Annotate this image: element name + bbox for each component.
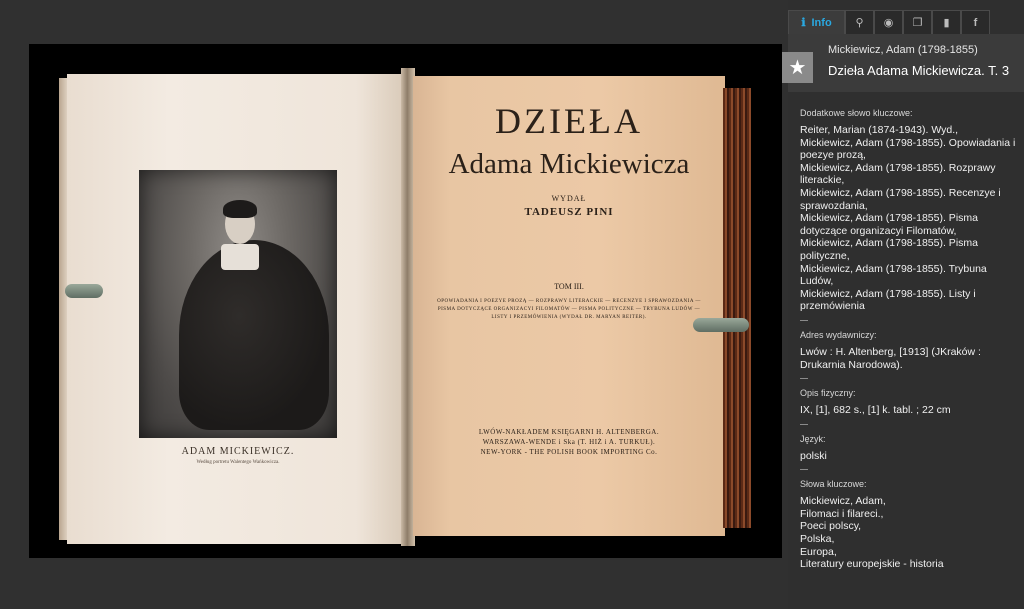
portrait-hair — [223, 200, 257, 218]
imprint-line: WARSZAWA-WENDE i Ska (T. HIŻ i A. TURKUŁ… — [482, 438, 656, 446]
imprint-line: LWÓW-NAKŁADEM KSIĘGARNI H. ALTENBERGA. — [478, 428, 660, 436]
field-label: Dodatkowe słowo kluczowe: — [800, 108, 913, 118]
eye-icon: ◉ — [883, 17, 894, 29]
keyword-link[interactable]: Mickiewicz, Adam (1798-1855). Pisma poli… — [800, 237, 1018, 262]
record-title: Dzieła Adama Mickiewicza. T. 3 — [828, 63, 1010, 78]
record-panel: ℹ Info ⚲ ◉ ❐ ▮ f ★ Mickiewicz, Adam (179… — [782, 0, 1024, 609]
right-page-edge — [723, 88, 751, 528]
keyword-link[interactable]: Mickiewicz, Adam (1798-1855). Recenzye i… — [800, 187, 1018, 212]
editor-name: TADEUSZ PINI — [524, 206, 614, 218]
publisher-value: Lwów : H. Altenberg, [1913] (JKraków : D… — [800, 345, 981, 371]
portrait-caption: ADAM MICKIEWICZ. — [181, 446, 295, 457]
keyword-link[interactable]: Mickiewicz, Adam (1798-1855). Pisma doty… — [800, 212, 1018, 237]
keyword-link[interactable]: Reiter, Marian (1874-1943). Wyd., — [800, 124, 1018, 137]
tab-view[interactable]: ◉ — [874, 10, 903, 34]
keyword-link[interactable]: Literatury europejskie - historia — [800, 558, 1018, 571]
copy-icon: ❐ — [912, 17, 923, 29]
portrait-image — [139, 170, 337, 438]
keyword-link[interactable]: Mickiewicz, Adam (1798-1855). Opowiadani… — [800, 137, 1018, 162]
tab-info-label: Info — [811, 16, 832, 29]
book-author: Adama Mickiewicza — [448, 148, 690, 180]
keyword-link[interactable]: Poeci polscy, — [800, 520, 1018, 533]
keyword-link[interactable]: Europa, — [800, 546, 1018, 559]
field-label: Opis fizyczny: — [800, 388, 856, 399]
image-viewer[interactable]: ADAM MICKIEWICZ. Według portretu Walente… — [0, 0, 788, 609]
keyword-link[interactable]: Mickiewicz, Adam, — [800, 495, 1018, 508]
facebook-icon: f — [973, 16, 978, 29]
field-divider — [800, 378, 808, 380]
star-icon: ★ — [788, 57, 807, 79]
bookmark-icon: ▮ — [943, 17, 950, 29]
field-label: Słowa kluczowe: — [800, 479, 867, 490]
favorite-button[interactable]: ★ — [782, 52, 813, 83]
portrait-caption-sub: Według portretu Walentego Wańkowicza. — [196, 460, 280, 465]
keyword-link[interactable]: Mickiewicz, Adam (1798-1855). Listy i pr… — [800, 288, 1018, 313]
record-author: Mickiewicz, Adam (1798-1855) — [828, 44, 978, 56]
tab-search[interactable]: ⚲ — [845, 10, 874, 34]
tab-info[interactable]: ℹ Info — [788, 10, 845, 34]
field-label: Język: — [800, 433, 826, 444]
panel-tabs: ℹ Info ⚲ ◉ ❐ ▮ f — [788, 10, 1024, 34]
volume-contents: OPOWIADANIA I POEZYE PROZĄ — ROZPRAWY LI… — [437, 299, 701, 320]
title-page: DZIEŁA Adama Mickiewicza WYDAŁ TADEUSZ P… — [413, 76, 725, 536]
left-clasp — [65, 284, 103, 298]
imprint-line: NEW-YORK - THE POLISH BOOK IMPORTING Co. — [480, 448, 658, 456]
subject-keywords: Mickiewicz, Adam, Filomaci i filareci., … — [800, 495, 1018, 571]
additional-keywords: Reiter, Marian (1874-1943). Wyd., Mickie… — [800, 124, 1018, 313]
tab-bookmark[interactable]: ▮ — [932, 10, 961, 34]
volume-number: TOM III. — [554, 282, 584, 291]
right-clasp — [693, 318, 749, 332]
keyword-link[interactable]: Filomaci i filareci., — [800, 508, 1018, 521]
field-divider — [800, 469, 808, 471]
tab-copies[interactable]: ❐ — [903, 10, 932, 34]
keyword-link[interactable]: Mickiewicz, Adam (1798-1855). Rozprawy l… — [800, 162, 1018, 187]
keyword-link[interactable]: Polska, — [800, 533, 1018, 546]
editor-label: WYDAŁ — [551, 194, 587, 203]
keyword-link[interactable]: Mickiewicz, Adam (1798-1855). Trybuna Lu… — [800, 263, 1018, 288]
language-value: polski — [800, 449, 827, 462]
left-page: ADAM MICKIEWICZ. Według portretu Walente… — [67, 74, 407, 544]
physical-value: IX, [1], 682 s., [1] k. tabl. ; 22 cm — [800, 404, 951, 417]
field-label: Adres wydawniczy: — [800, 329, 877, 340]
field-divider — [800, 319, 808, 321]
info-icon: ℹ — [801, 17, 806, 29]
search-icon: ⚲ — [855, 17, 864, 29]
tab-facebook[interactable]: f — [961, 10, 990, 34]
field-divider — [800, 423, 808, 425]
metadata-list: Dodatkowe słowo kluczowe: Reiter, Marian… — [800, 108, 1018, 571]
book-scan: ADAM MICKIEWICZ. Według portretu Walente… — [29, 44, 782, 558]
record-header: ★ Mickiewicz, Adam (1798-1855) Dzieła Ad… — [782, 34, 1024, 92]
book-title: DZIEŁA — [495, 101, 643, 141]
portrait-collar — [221, 244, 259, 270]
